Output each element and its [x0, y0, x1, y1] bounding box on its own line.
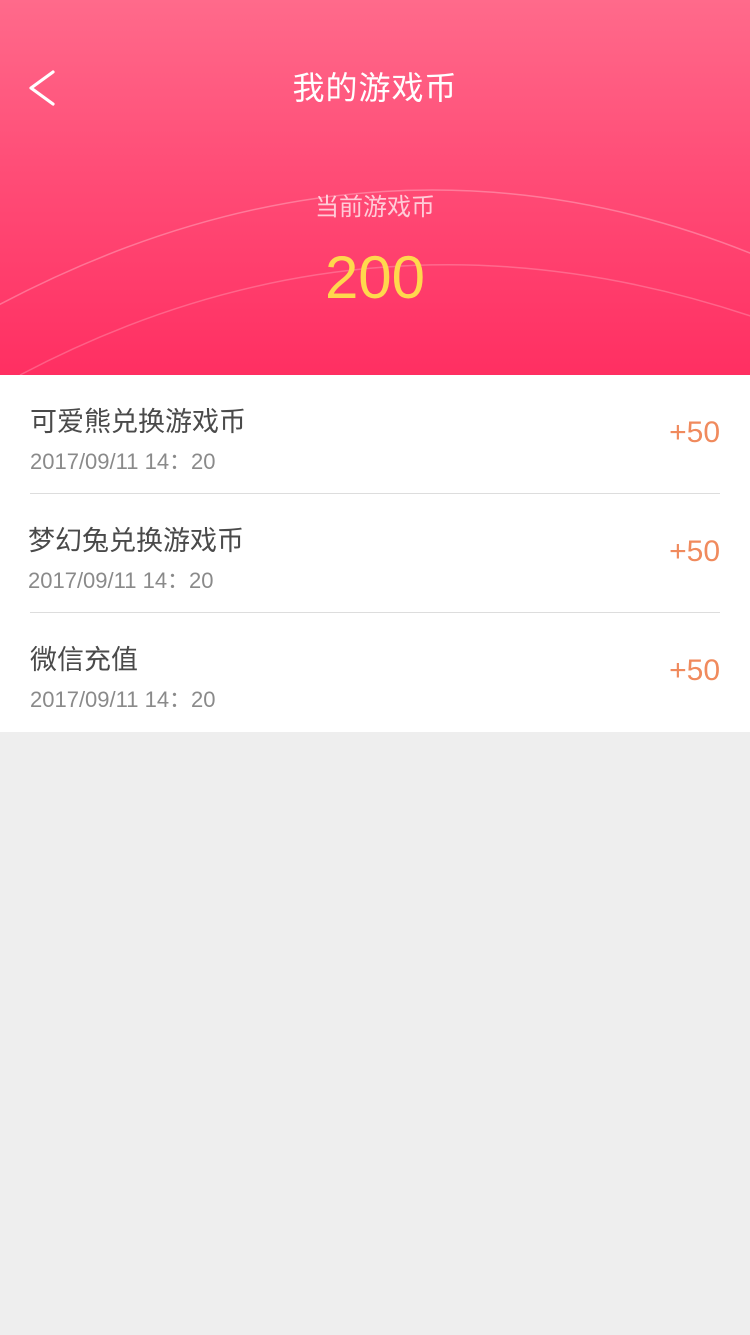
decorative-arcs [0, 189, 750, 375]
balance-value: 200 [324, 244, 426, 311]
record-time: 2017/09/11 14：20 [30, 449, 216, 474]
balance-label: 当前游戏币 [315, 193, 435, 221]
record-amount: +50 [669, 535, 720, 568]
record-name: 可爱熊兑换游戏币 [30, 407, 246, 438]
record-amount: +50 [669, 416, 720, 449]
record-name: 微信充值 [30, 645, 138, 676]
header-banner: 我的游戏币 当前游戏币 200 [0, 0, 750, 375]
record-time: 2017/09/11 14：20 [30, 687, 216, 712]
record-time: 2017/09/11 14：20 [28, 568, 214, 593]
list-item[interactable]: 梦幻兔兑换游戏币 2017/09/11 14：20 +50 [0, 494, 750, 613]
coin-record-list: 可爱熊兑换游戏币 2017/09/11 14：20 +50 梦幻兔兑换游戏币 2… [0, 375, 750, 732]
list-item[interactable]: 微信充值 2017/09/11 14：20 +50 [0, 613, 750, 732]
record-name: 梦幻兔兑换游戏币 [28, 526, 244, 557]
page-title: 我的游戏币 [292, 69, 458, 107]
list-item[interactable]: 可爱熊兑换游戏币 2017/09/11 14：20 +50 [0, 375, 750, 494]
record-amount: +50 [669, 654, 720, 687]
